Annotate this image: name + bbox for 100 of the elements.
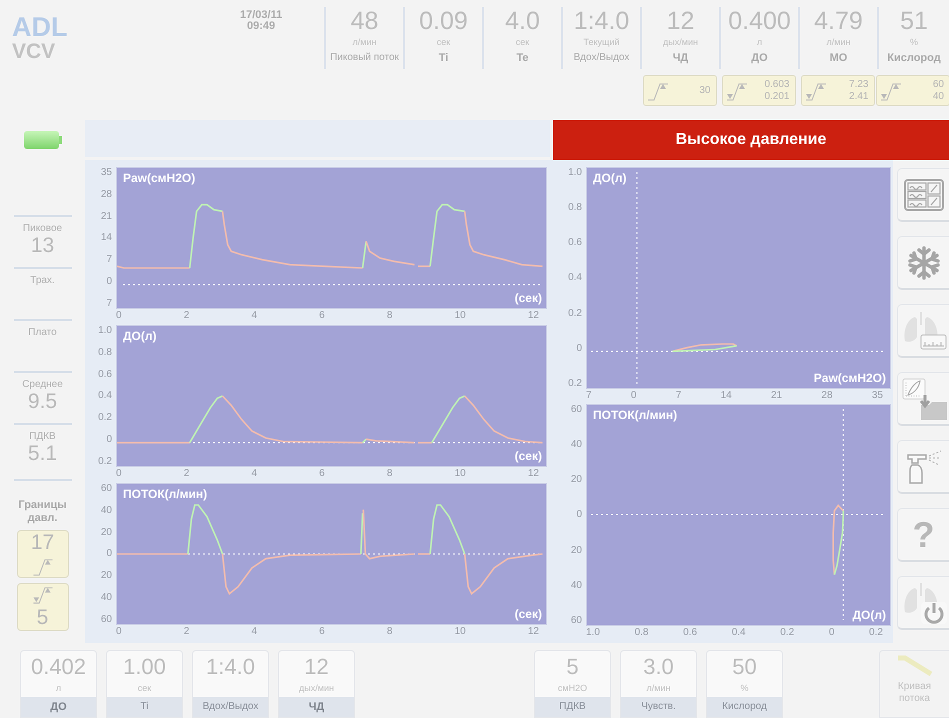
tick-label: 7	[106, 254, 112, 266]
alarm-limit-button[interactable]: 0.603 0.201	[722, 75, 796, 106]
tick-label: 0.6	[568, 237, 582, 248]
chart-title: ДО(л)	[593, 171, 626, 185]
tick-label: 1.0	[586, 626, 600, 640]
tick-label: 35	[872, 389, 883, 403]
setting-button[interactable]: 5 смH2O ПДКВ	[534, 650, 611, 718]
help-button[interactable]: ?	[897, 508, 949, 562]
tick-label: 0.6	[98, 368, 112, 380]
tick-label: 0.8	[98, 346, 112, 358]
tick-label: 1.0	[98, 325, 112, 336]
tick-label: 0	[106, 276, 112, 288]
metric-label: Вдох/Выдох	[574, 52, 630, 63]
side-button[interactable]	[897, 372, 949, 426]
tick-label: 0.2	[98, 456, 112, 467]
setting-button[interactable]: 0.402 л ДО	[20, 650, 97, 718]
setting-button[interactable]: 1:4.0 Вдох/Выдох	[192, 650, 269, 718]
tick-label: 28	[821, 389, 833, 403]
loop-save-icon	[900, 376, 946, 420]
metric-label: ЧД	[672, 52, 688, 64]
tick-label: 60	[100, 614, 112, 625]
tick-label: 2	[184, 309, 190, 323]
stat-label: ПДКВ	[29, 431, 56, 442]
tick-label: 8	[386, 309, 392, 323]
alarm-limit-button[interactable]: 30	[642, 75, 716, 106]
tick-label: 14	[720, 389, 732, 403]
stat-label: Трах.	[30, 275, 55, 286]
chart-title: ПОТОК(л/мин)	[593, 408, 678, 422]
tick-label: 0	[576, 342, 582, 354]
battery-icon	[24, 131, 62, 149]
tick-label: 12	[528, 467, 539, 481]
tick-label: 10	[454, 309, 466, 323]
alarm-limit-button[interactable]: 60 40	[876, 75, 949, 106]
axis-unit-label: (сек)	[514, 291, 542, 305]
tick-label: 0	[106, 548, 112, 560]
metric-unit: %	[910, 37, 918, 47]
metric-label: МО	[830, 52, 848, 64]
tick-label: 0.4	[568, 272, 582, 284]
tick-label: 0.6	[683, 626, 698, 640]
metric-label: Te	[516, 52, 529, 64]
tick-label: 12	[528, 309, 539, 323]
tick-label: 7	[106, 298, 112, 309]
tick-label: 0	[576, 509, 582, 520]
tick-label: 35	[100, 167, 112, 178]
tick-label: 2	[184, 625, 190, 639]
tick-label: 1.0	[568, 167, 582, 178]
setting-button[interactable]: 12 дых/мин ЧД	[278, 650, 355, 718]
time-label: 09:49	[247, 21, 276, 32]
date-label: 17/03/11	[240, 10, 282, 21]
layout-icon	[904, 178, 944, 210]
brand-label: ADL	[12, 14, 68, 40]
tick-label: 2	[184, 467, 190, 481]
tick-label: 0	[828, 626, 834, 640]
setting-button[interactable]: 3.0 л/мин Чувств.	[620, 650, 697, 718]
pressure-limits-title: Границы давл.	[17, 499, 68, 525]
side-button[interactable]	[897, 576, 949, 630]
stat-label: Плато	[28, 327, 57, 338]
tick-label: 40	[570, 580, 582, 591]
tick-label: 28	[100, 188, 112, 200]
tick-label: 20	[570, 474, 582, 486]
tick-label: 0.4	[98, 390, 112, 402]
tick-label: 0.2	[780, 626, 794, 640]
setting-button[interactable]: 50 % Кислород	[706, 650, 783, 718]
tick-label: 20	[100, 526, 112, 538]
tick-label: 40	[100, 504, 112, 516]
tick-label: 20	[100, 570, 112, 582]
alarm-banner: Высокое давление	[553, 120, 949, 160]
side-button[interactable]	[897, 304, 949, 358]
tick-label: 0.2	[568, 308, 582, 319]
stat-label: Среднее	[22, 379, 63, 390]
tick-label: 6	[319, 625, 325, 639]
snowflake-icon	[906, 244, 942, 280]
tick-label: 40	[100, 592, 112, 604]
side-button[interactable]	[897, 168, 949, 222]
tick-label: 12	[528, 625, 539, 639]
tick-label: 20	[570, 544, 582, 556]
side-button[interactable]	[897, 440, 949, 494]
pressure-limit-button[interactable]: 5	[16, 583, 68, 631]
axis-unit-label: (сек)	[514, 449, 542, 463]
alarm-limit-button[interactable]: 7.23 2.41	[800, 75, 874, 106]
metric-label: ДО	[751, 52, 768, 64]
side-button[interactable]	[897, 236, 949, 290]
tick-label: 21	[100, 210, 112, 222]
pressure-limit-button[interactable]: 17	[16, 530, 68, 578]
tick-label: 14	[100, 232, 112, 244]
tick-label: 10	[454, 625, 466, 639]
axis-unit-label: (сек)	[514, 607, 542, 621]
metric-label: Кислород	[887, 52, 941, 64]
tick-label: 8	[386, 467, 392, 481]
tick-label: 6	[319, 467, 325, 481]
axis-title: Paw(смH2O)	[814, 371, 886, 385]
tick-label: 0.8	[568, 202, 582, 214]
metric-label: Пиковый поток	[330, 52, 399, 63]
axis-title: ДО(л)	[852, 608, 886, 622]
flow-volume-loop	[832, 504, 844, 575]
tick-label: 7	[586, 389, 592, 403]
setting-button[interactable]: 1.00 сек Ti	[106, 650, 183, 718]
tick-label: 21	[771, 389, 782, 403]
tick-label: 60	[570, 614, 582, 626]
tick-label: 0	[116, 309, 122, 323]
